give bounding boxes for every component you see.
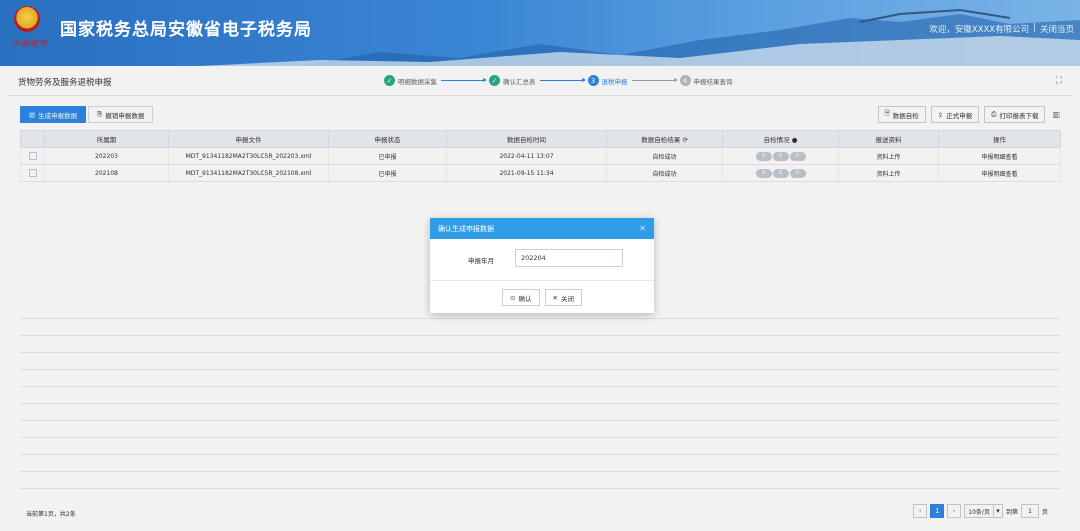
close-icon: ✕	[552, 293, 558, 302]
dialog-header: 确认生成申报数据 ✕	[430, 218, 654, 239]
top-header: 中国税务 国家税务总局安徽省电子税务局 欢迎，安徽XXXX有限公司 | 关闭当页	[0, 0, 1080, 66]
check-circle-icon: ⊙	[510, 293, 516, 302]
site-title: 国家税务总局安徽省电子税务局	[60, 20, 312, 40]
dialog-footer: ⊙ 确认 ✕ 关闭	[430, 281, 654, 306]
user-name: 欢迎，安徽XXXX有限公司	[929, 25, 1030, 35]
period-label: 申报年月	[468, 257, 494, 265]
user-area: 欢迎，安徽XXXX有限公司 | 关闭当页	[929, 23, 1074, 35]
close-icon[interactable]: ✕	[639, 224, 646, 233]
emblem-text: 中国税务	[12, 39, 48, 48]
period-input[interactable]: 202204	[515, 249, 623, 267]
confirm-dialog: 确认生成申报数据 ✕ 申报年月 202204 ⊙ 确认 ✕ 关闭	[430, 218, 654, 313]
tax-emblem-icon	[14, 6, 40, 32]
confirm-button[interactable]: ⊙ 确认	[502, 289, 540, 306]
dialog-body: 申报年月 202204	[430, 239, 654, 281]
close-page-link[interactable]: 关闭当页	[1040, 23, 1074, 35]
close-button[interactable]: ✕ 关闭	[544, 289, 582, 306]
dialog-title: 确认生成申报数据	[438, 224, 494, 233]
